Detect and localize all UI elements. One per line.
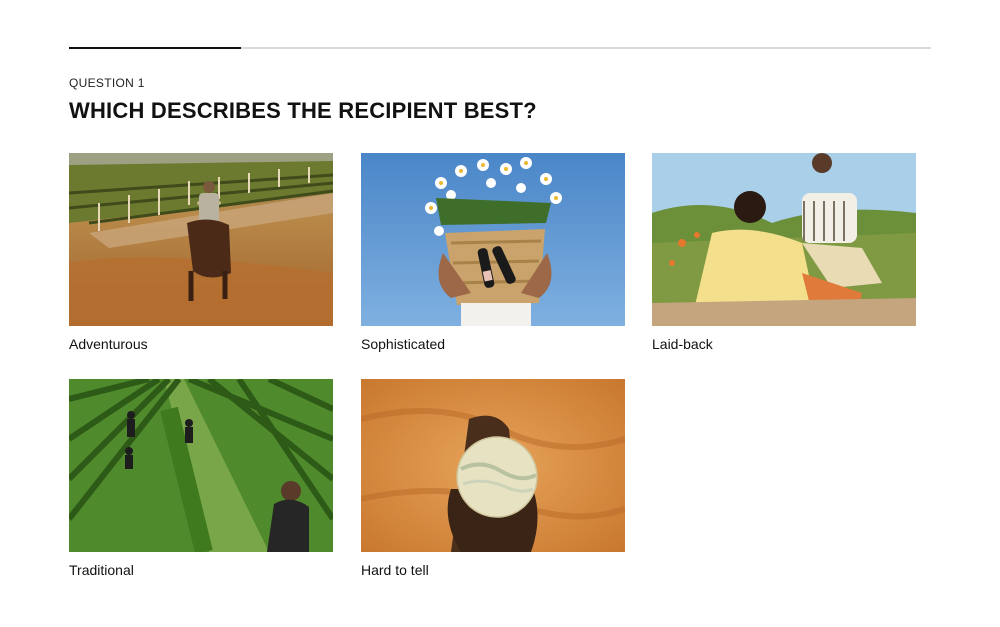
option-label: Traditional (69, 562, 134, 578)
adventurous-photo (69, 153, 333, 326)
hard-to-tell-photo (361, 379, 625, 552)
option-sophisticated[interactable]: Sophisticated (361, 153, 625, 352)
traditional-photo (69, 379, 333, 552)
question-number: QUESTION 1 (69, 76, 145, 90)
option-label: Hard to tell (361, 562, 429, 578)
sophisticated-photo (361, 153, 625, 326)
option-traditional[interactable]: Traditional (69, 379, 333, 578)
laid-back-photo (652, 153, 916, 326)
option-label: Sophisticated (361, 336, 446, 352)
quiz-progress-bar (69, 46, 931, 49)
option-laid-back[interactable]: Laid-back (652, 153, 916, 352)
option-hard-to-tell[interactable]: Hard to tell (361, 379, 625, 578)
quiz-progress-fill (69, 46, 242, 49)
option-label: Adventurous (69, 336, 148, 352)
question-title: WHICH DESCRIBES THE RECIPIENT BEST? (69, 98, 537, 123)
option-adventurous[interactable]: Adventurous (69, 153, 333, 352)
option-label: Laid-back (652, 336, 713, 352)
